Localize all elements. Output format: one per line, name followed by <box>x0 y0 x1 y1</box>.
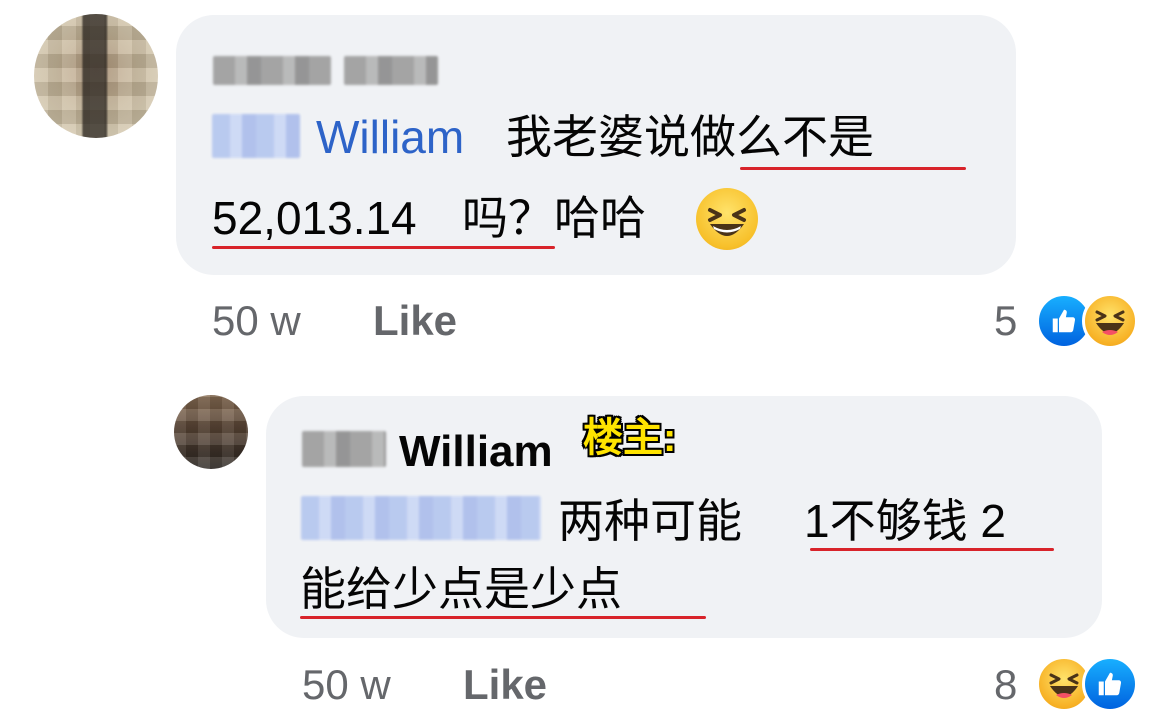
comment-2-underline-2 <box>300 616 706 619</box>
comment-2-time[interactable]: 50 w <box>302 664 391 706</box>
comment-1-time[interactable]: 50 w <box>212 300 301 342</box>
op-tag: 楼主: <box>583 416 677 460</box>
comment-1-underline-2 <box>212 246 555 249</box>
haha-reaction-icon[interactable] <box>1082 293 1138 349</box>
comment-2-text-line1: 两种可能 <box>558 495 742 547</box>
comment-2-author-name[interactable]: William <box>399 430 553 474</box>
comment-2-underline-1 <box>810 548 1054 551</box>
comment-1-mention-redacted[interactable] <box>212 114 300 158</box>
comment-2-mention-redacted[interactable] <box>301 496 541 540</box>
comment-1-like-button[interactable]: Like <box>373 300 457 342</box>
comment-2-avatar[interactable] <box>174 395 248 469</box>
comment-2-author-name-redacted[interactable] <box>302 431 386 467</box>
comment-1-text-line1: 我老婆说做么不是 <box>506 111 874 163</box>
comment-1-underline-1 <box>740 167 966 170</box>
comment-1-mention-name[interactable]: William <box>316 114 464 160</box>
like-reaction-icon[interactable] <box>1082 656 1138 712</box>
comment-1-amount: 52,013.14 <box>212 192 417 244</box>
comment-2-reaction-count[interactable]: 8 <box>994 664 1017 706</box>
comment-1-reaction-count[interactable]: 5 <box>994 300 1017 342</box>
comment-1-author-name-redacted[interactable] <box>213 56 331 85</box>
comment-1-avatar[interactable] <box>34 14 158 138</box>
comment-1-author-surname-redacted[interactable] <box>344 56 438 85</box>
grinning-squinting-face-icon <box>696 188 758 250</box>
comment-2-text-line2: 能给少点是少点 <box>300 563 622 615</box>
comment-2-like-button[interactable]: Like <box>463 664 547 706</box>
comment-2-text-line1b: 1不够钱 2 <box>804 495 1006 547</box>
comment-1-text-line2: 吗？哈哈 <box>462 192 646 244</box>
